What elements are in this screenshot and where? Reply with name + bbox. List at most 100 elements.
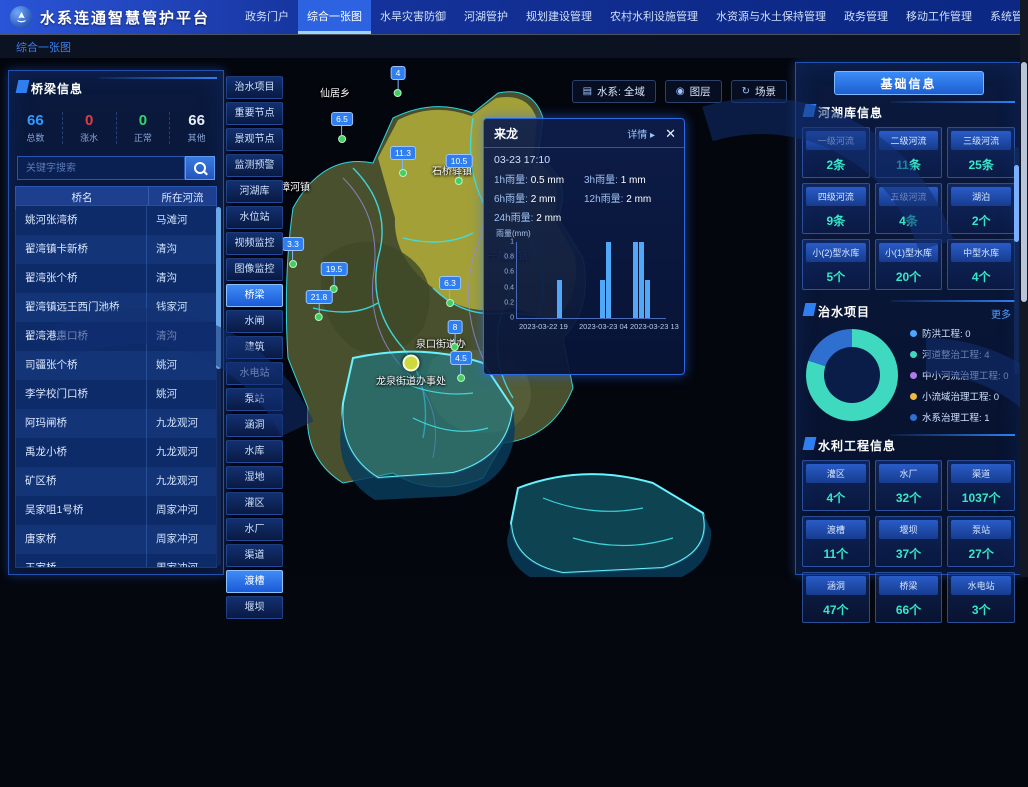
layer-item-6[interactable]: 水位站 [226, 206, 283, 229]
nav-item-7[interactable]: 水资源与水土保持管理 [707, 0, 835, 34]
popup-detail-link[interactable]: 详情 ▸ [627, 126, 655, 141]
nav-item-5[interactable]: 规划建设管理 [517, 0, 601, 34]
station-marker[interactable]: 3.3 [283, 237, 304, 268]
table-row[interactable]: 翟湾港惠口桥清沟 [16, 322, 216, 351]
legend-label: 河道整治工程: 4 [922, 347, 990, 361]
map-control-label: 图层 [690, 84, 711, 99]
marker-value: 3.3 [283, 237, 304, 251]
nav-item-3[interactable]: 水旱灾害防御 [371, 0, 455, 34]
map-control-1[interactable]: ▤水系: 全域 [572, 80, 656, 103]
table-row[interactable]: 翟湾镇远王西门池桥钱家河 [16, 293, 216, 322]
table-row[interactable]: 司疆张个桥姚河 [16, 351, 216, 380]
projects-more-link[interactable]: 更多 [991, 306, 1011, 321]
layer-item-15[interactable]: 水库 [226, 440, 283, 463]
table-row[interactable]: 唐家桥周家冲河 [16, 525, 216, 554]
cell-bridge-name: 唐家桥 [16, 525, 147, 554]
panel-corner-accent [803, 437, 817, 450]
district-office-icon[interactable] [403, 355, 420, 372]
metric-label: 3h雨量: [584, 175, 621, 186]
layer-item-9[interactable]: 桥梁 [226, 284, 283, 307]
nav-item-9[interactable]: 移动工作管理 [897, 0, 981, 34]
cell-bridge-name: 禹龙小桥 [16, 438, 147, 467]
eng-cell-6: 泵站27个 [947, 516, 1015, 567]
cell-label: 水厂 [879, 464, 939, 483]
table-row[interactable]: 阿玛闸桥九龙观河 [16, 409, 216, 438]
search-button[interactable] [185, 156, 215, 180]
station-marker[interactable]: 8 [448, 320, 463, 351]
station-marker[interactable]: 11.3 [390, 146, 416, 177]
nav-item-1[interactable]: 政务门户 [236, 0, 298, 34]
table-row[interactable]: 矿区桥九龙观河 [16, 467, 216, 496]
legend-item-1: 防洪工程: 0 [910, 326, 1009, 340]
layer-item-8[interactable]: 图像监控 [226, 258, 283, 281]
cell-value: 27个 [948, 542, 1014, 563]
station-marker[interactable]: 6.5 [331, 112, 353, 143]
basic-info-button[interactable]: 基础信息 [834, 71, 984, 95]
table-row[interactable]: 翟湾镇卡新桥清沟 [16, 235, 216, 264]
map-control-2[interactable]: ◉图层 [665, 80, 722, 103]
breadcrumb[interactable]: 综合一张图 [16, 42, 71, 54]
legend-dot [910, 330, 917, 337]
layer-item-14[interactable]: 涵洞 [226, 414, 283, 437]
nav-item-4[interactable]: 河湖管护 [455, 0, 517, 34]
metric-value: 2 mm [531, 194, 556, 205]
cell-bridge-name: 翟湾张个桥 [16, 264, 147, 293]
station-marker[interactable]: 6.3 [439, 276, 461, 307]
map-canvas[interactable]: 仙居乡漳河镇石桥驿镇子陵铺镇泉口街道办龙泉街道办事处 46.511.310.53… [283, 58, 795, 577]
marker-stem [333, 276, 334, 285]
layer-item-13[interactable]: 泵站 [226, 388, 283, 411]
layer-item-5[interactable]: 河湖库 [226, 180, 283, 203]
legend-label: 小流域治理工程: 0 [922, 389, 999, 403]
layer-item-16[interactable]: 湿地 [226, 466, 283, 489]
layer-item-4[interactable]: 监测预警 [226, 154, 283, 177]
rain-bar [645, 280, 650, 318]
layer-item-21[interactable]: 堰坝 [226, 596, 283, 619]
marker-value: 21.8 [306, 290, 333, 304]
station-marker[interactable]: 4.5 [450, 351, 472, 382]
projects-donut-chart [806, 329, 898, 421]
y-tick: 0 [510, 315, 514, 322]
layer-item-12[interactable]: 水电站 [226, 362, 283, 385]
panel-scrollbar[interactable] [1014, 147, 1019, 374]
platform-logo-icon [10, 6, 32, 28]
legend-dot [910, 414, 917, 421]
layer-item-3[interactable]: 景观节点 [226, 128, 283, 151]
table-row[interactable]: 李学校门口桥姚河 [16, 380, 216, 409]
map-control-3[interactable]: ↻场景 [731, 80, 787, 103]
search-input[interactable] [17, 156, 185, 180]
rain-metric-3: 6h雨量: 2 mm [494, 190, 584, 205]
marker-value: 19.5 [321, 262, 348, 276]
basic-info-panel: 基础信息 河湖库信息 一级河流2条二级河流11条三级河流25条四级河流9条五级河… [795, 62, 1022, 575]
layer-item-11[interactable]: 建筑 [226, 336, 283, 359]
cell-river-name: 九龙观河 [147, 409, 216, 438]
nav-item-2[interactable]: 综合一张图 [298, 0, 371, 34]
layer-item-17[interactable]: 灌区 [226, 492, 283, 515]
station-marker[interactable]: 10.5 [446, 154, 473, 185]
table-row[interactable]: 禹龙小桥九龙观河 [16, 438, 216, 467]
table-row[interactable]: 姚河张湾桥马滩河 [16, 206, 216, 235]
table-row[interactable]: 王家桥周家冲河 [16, 554, 216, 568]
cell-value: 4个 [803, 486, 869, 507]
marker-value: 8 [448, 320, 463, 334]
station-marker[interactable]: 4 [391, 66, 406, 97]
panel-corner-accent [16, 80, 30, 93]
layer-item-10[interactable]: 水闸 [226, 310, 283, 333]
layer-item-20[interactable]: 渡槽 [226, 570, 283, 593]
page-scrollbar[interactable] [1020, 0, 1028, 577]
cell-label: 小(1)型水库 [879, 243, 939, 262]
nav-item-8[interactable]: 政务管理 [835, 0, 897, 34]
table-scrollbar[interactable] [216, 207, 221, 566]
panel-corner-accent [803, 104, 817, 117]
layer-item-18[interactable]: 水厂 [226, 518, 283, 541]
table-row[interactable]: 吴家咀1号桥周家冲河 [16, 496, 216, 525]
table-row[interactable]: 翟湾张个桥清沟 [16, 264, 216, 293]
station-marker[interactable]: 21.8 [306, 290, 333, 321]
close-icon[interactable]: ✕ [665, 127, 676, 140]
layer-item-19[interactable]: 渠道 [226, 544, 283, 567]
nav-item-6[interactable]: 农村水利设施管理 [601, 0, 707, 34]
layer-item-7[interactable]: 视频监控 [226, 232, 283, 255]
layer-item-1[interactable]: 治水项目 [226, 76, 283, 99]
layer-item-2[interactable]: 重要节点 [226, 102, 283, 125]
station-marker[interactable]: 19.5 [321, 262, 348, 293]
legend-label: 中小河流治理工程: 0 [922, 368, 1009, 382]
